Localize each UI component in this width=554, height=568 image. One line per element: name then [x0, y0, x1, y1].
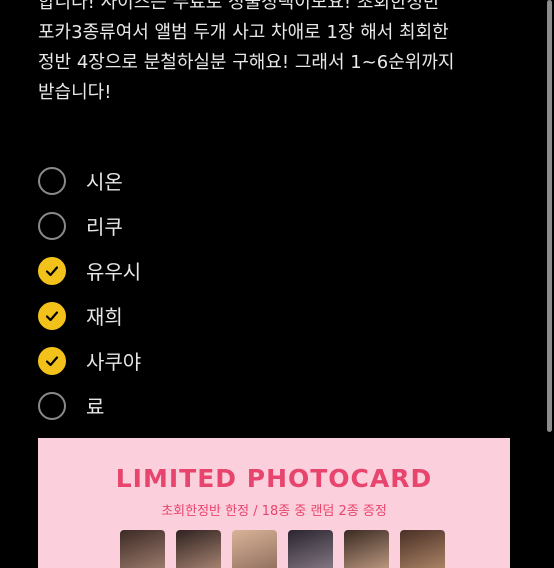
photocard-thumbnail — [120, 530, 165, 568]
photocard-thumbnails — [120, 530, 445, 568]
photocard-thumbnail — [288, 530, 333, 568]
photocard-thumbnail — [176, 530, 221, 568]
photocard-thumbnail — [400, 530, 445, 568]
option-jaehee[interactable]: 재희 — [38, 293, 141, 338]
radio-unchecked-icon[interactable] — [38, 391, 66, 420]
banner-title: LIMITED PHOTOCARD — [115, 464, 433, 493]
checkmark-icon[interactable] — [38, 346, 66, 375]
checkmark-icon[interactable] — [38, 256, 66, 285]
option-label: 사쿠야 — [86, 350, 142, 374]
checkmark-icon[interactable] — [38, 301, 66, 330]
option-list: 시온 리쿠 유우시 재희 사쿠야 료 — [38, 158, 141, 428]
description-line: 포카3종류여서 앨범 두개 사고 차애로 1장 해서 최회한 — [38, 22, 449, 43]
banner-subtitle: 초회한정반 한정 / 18종 중 랜덤 2종 증정 — [161, 504, 387, 519]
scrollbar[interactable] — [547, 0, 552, 432]
option-riku[interactable]: 리쿠 — [38, 203, 141, 248]
option-label: 리쿠 — [86, 215, 123, 239]
option-label: 유우시 — [86, 260, 142, 284]
photocard-banner-image: LIMITED PHOTOCARD 초회한정반 한정 / 18종 중 랜덤 2종… — [38, 438, 510, 568]
option-yushi[interactable]: 유우시 — [38, 248, 141, 293]
description-line: 정반 4장으로 분철하실분 구해요! 그래서 1~6순위까지 — [38, 52, 455, 73]
option-label: 시온 — [86, 170, 123, 194]
option-label: 료 — [86, 395, 105, 419]
description-line: 받습니다! — [38, 82, 112, 103]
radio-unchecked-icon[interactable] — [38, 166, 66, 195]
option-sion[interactable]: 시온 — [38, 158, 141, 203]
photocard-thumbnail — [232, 530, 277, 568]
radio-unchecked-icon[interactable] — [38, 211, 66, 240]
option-label: 재희 — [86, 305, 123, 329]
option-ryo[interactable]: 료 — [38, 383, 141, 428]
option-sakuya[interactable]: 사쿠야 — [38, 338, 141, 383]
photocard-thumbnail — [344, 530, 389, 568]
post-description: 합니다! 사이즈는 무료로 정물정택이모요! 초회한정반 포카3종류여서 앨범 … — [38, 0, 528, 108]
description-line: 합니다! 사이즈는 무료로 정물정택이모요! 초회한정반 — [38, 0, 440, 13]
